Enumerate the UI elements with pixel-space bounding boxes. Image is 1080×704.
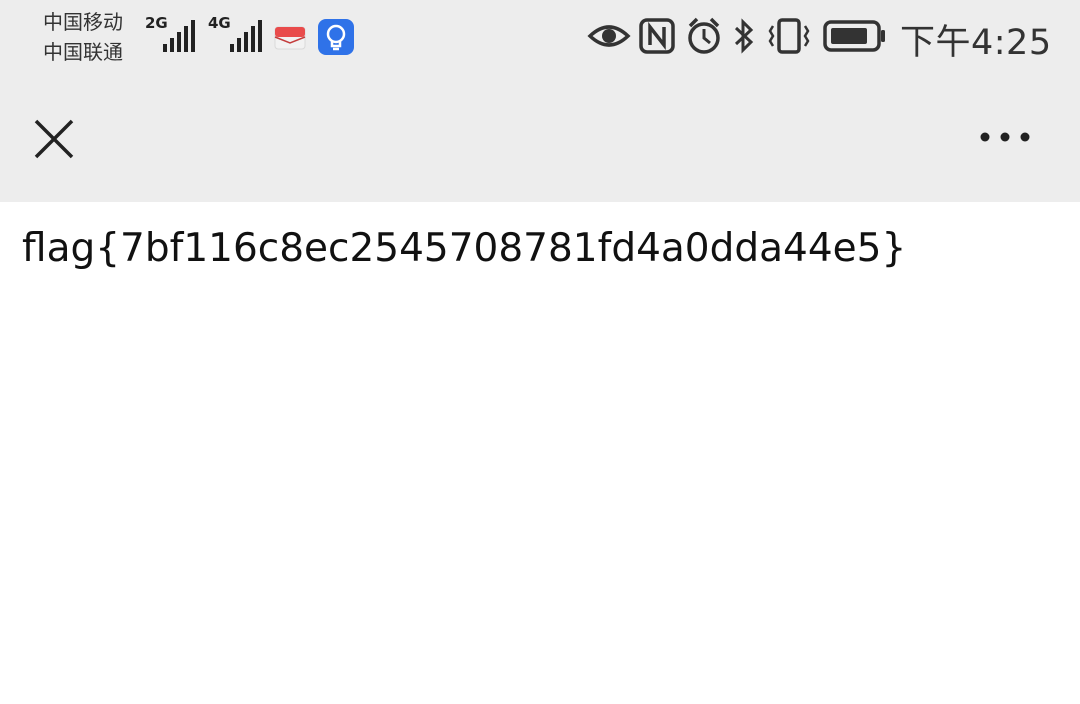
vibrate-icon xyxy=(768,18,810,54)
more-options-button[interactable] xyxy=(972,122,1038,158)
close-button[interactable] xyxy=(26,111,82,167)
eye-icon xyxy=(587,25,631,47)
carrier-2: 中国联通 xyxy=(43,40,123,64)
navbar xyxy=(0,76,1080,202)
bulb-app-icon xyxy=(318,19,354,55)
signal-bars-icon xyxy=(230,20,262,52)
battery-icon xyxy=(823,20,885,52)
close-icon xyxy=(34,119,74,159)
bluetooth-icon xyxy=(734,18,754,54)
page-content: flag{7bf116c8ec2545708781fd4a0dda44e5} xyxy=(0,202,1080,704)
page-text: flag{7bf116c8ec2545708781fd4a0dda44e5} xyxy=(22,226,907,271)
status-time: 下午4:25 xyxy=(900,23,1052,63)
carrier-1: 中国移动 xyxy=(43,10,123,34)
alarm-icon xyxy=(688,17,720,54)
nfc-icon xyxy=(639,18,675,54)
signal-4g-label: 4G xyxy=(208,14,231,32)
app-notification-icon xyxy=(274,26,306,50)
signal-bars-icon xyxy=(163,20,195,52)
status-bar: 中国移动 中国联通 2G 4G 下午4:25 xyxy=(0,0,1080,76)
carrier-names: 中国移动 中国联通 xyxy=(43,7,123,67)
more-icon xyxy=(980,132,1030,142)
